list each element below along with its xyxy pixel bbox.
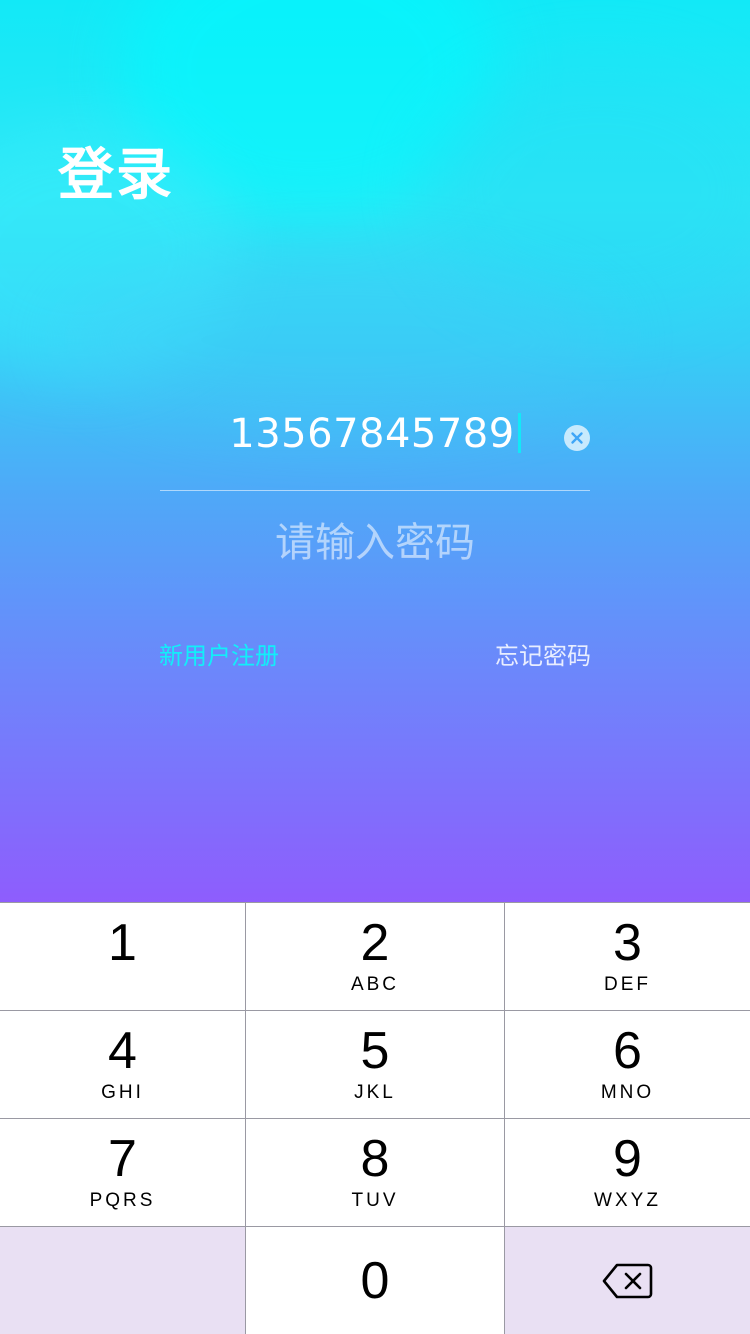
- phone-value[interactable]: 13567845789: [229, 411, 514, 457]
- key-letters: WXYZ: [594, 1190, 661, 1211]
- key-3[interactable]: 3 DEF: [505, 903, 750, 1010]
- key-digit: 7: [108, 1130, 137, 1188]
- key-letters: TUV: [351, 1190, 399, 1211]
- backspace-icon: [602, 1263, 653, 1299]
- background-swirl: [60, 250, 620, 430]
- key-digit: 0: [360, 1252, 390, 1310]
- key-digit: 3: [613, 914, 642, 972]
- key-6[interactable]: 6 MNO: [505, 1011, 750, 1118]
- key-letters: MNO: [600, 1082, 655, 1103]
- key-digit: 5: [360, 1022, 390, 1080]
- gradient-background: 登录 13567845789 新用户注册 忘记密码: [0, 0, 750, 902]
- key-digit: 2: [360, 914, 390, 972]
- delete-key[interactable]: [505, 1227, 750, 1334]
- key-letters: DEF: [604, 974, 651, 995]
- phone-field[interactable]: 13567845789: [160, 405, 590, 491]
- key-8[interactable]: 8 TUV: [246, 1119, 504, 1226]
- key-0[interactable]: 0: [246, 1227, 504, 1334]
- key-7[interactable]: 7 PQRS: [0, 1119, 245, 1226]
- key-digit: 6: [613, 1022, 642, 1080]
- password-field[interactable]: [160, 508, 590, 578]
- key-digit: 1: [108, 914, 137, 972]
- key-letters: GHI: [101, 1082, 144, 1103]
- numeric-keypad: 1 2 ABC 3 DEF 4 GHI 5 JKL 6 MNO 7 PQRS 8…: [0, 902, 750, 1334]
- key-digit: 9: [613, 1130, 642, 1188]
- forgot-password-link[interactable]: 忘记密码: [495, 636, 591, 671]
- text-caret: [517, 413, 521, 453]
- login-screen: 登录 13567845789 新用户注册 忘记密码 1 2 ABC 3 DEF: [0, 0, 750, 1334]
- key-letters: PQRS: [89, 1190, 156, 1211]
- key-digit: 8: [360, 1130, 390, 1188]
- phone-value-wrapper[interactable]: 13567845789: [160, 411, 590, 457]
- key-blank: [0, 1227, 245, 1334]
- key-9[interactable]: 9 WXYZ: [505, 1119, 750, 1226]
- key-4[interactable]: 4 GHI: [0, 1011, 245, 1118]
- page-title: 登录: [58, 143, 174, 208]
- key-letters: ABC: [350, 974, 400, 995]
- key-digit: 4: [108, 1022, 137, 1080]
- key-letters: JKL: [354, 1082, 396, 1103]
- key-5[interactable]: 5 JKL: [246, 1011, 504, 1118]
- key-1[interactable]: 1: [0, 903, 245, 1010]
- clear-icon[interactable]: [564, 425, 590, 451]
- register-link[interactable]: 新用户注册: [159, 636, 279, 671]
- key-2[interactable]: 2 ABC: [246, 903, 504, 1010]
